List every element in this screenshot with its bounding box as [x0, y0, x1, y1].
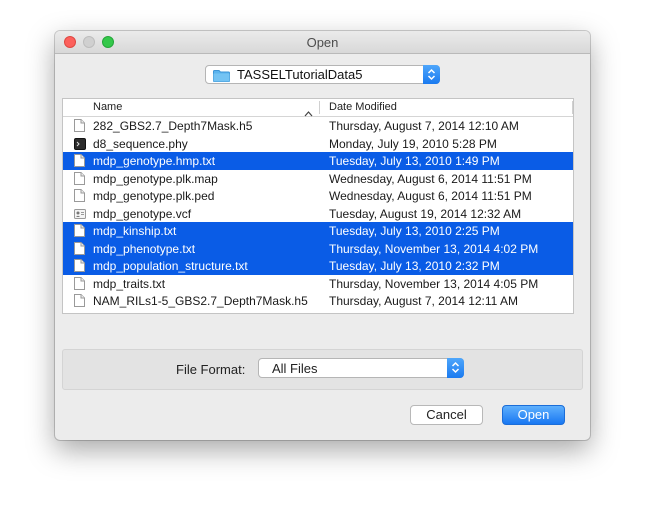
file-name: NAM_RILs1-5_GBS2.7_Depth7Mask.h5 — [93, 294, 308, 308]
file-date-modified: Wednesday, August 6, 2014 11:51 PM — [329, 171, 532, 186]
file-rows: 282_GBS2.7_Depth7Mask.h5 Thursday, August… — [63, 117, 573, 310]
file-list-header: Name Date Modified — [63, 99, 573, 117]
document-icon — [74, 189, 85, 202]
open-button[interactable]: Open — [502, 405, 565, 425]
document-icon — [74, 224, 85, 237]
file-row[interactable]: NAM_RILs1-5_GBS2.7_Depth7Mask.h5 Thursday… — [63, 292, 573, 310]
file-date-modified: Thursday, August 7, 2014 12:11 AM — [329, 294, 519, 308]
open-dialog: Open TASSELTutorialData5 Name Date Modif… — [55, 31, 590, 440]
file-list[interactable]: Name Date Modified 282_GBS2.7_Depth7Mask… — [62, 98, 574, 314]
title-bar[interactable]: Open — [55, 31, 590, 54]
file-date-modified: Tuesday, July 13, 2010 2:32 PM — [329, 259, 500, 273]
file-row[interactable]: mdp_genotype.plk.map Wednesday, August 6,… — [63, 170, 573, 188]
file-row[interactable]: 282_GBS2.7_Depth7Mask.h5 Thursday, August… — [63, 117, 573, 135]
file-format-dropdown[interactable]: All Files — [258, 358, 464, 378]
file-name: mdp_genotype.plk.map — [93, 171, 218, 186]
file-row[interactable]: d8_sequence.phy Monday, July 19, 2010 5:2… — [63, 135, 573, 153]
file-row[interactable]: mdp_population_structure.txt Tuesday, Jul… — [63, 257, 573, 275]
terminal-document-icon — [74, 137, 86, 150]
updown-arrows-icon — [427, 68, 436, 81]
file-name: mdp_population_structure.txt — [93, 259, 248, 273]
column-header-date[interactable]: Date Modified — [329, 101, 397, 113]
column-divider[interactable] — [319, 101, 320, 114]
file-format-stepper[interactable] — [447, 358, 464, 378]
location-dropdown[interactable]: TASSELTutorialData5 — [205, 65, 440, 84]
file-name: 282_GBS2.7_Depth7Mask.h5 — [93, 119, 253, 133]
file-date-modified: Tuesday, August 19, 2014 12:32 AM — [329, 206, 522, 221]
file-row[interactable]: mdp_genotype.plk.ped Wednesday, August 6,… — [63, 187, 573, 205]
file-name: mdp_genotype.vcf — [93, 206, 192, 221]
file-date-modified: Tuesday, July 13, 2010 1:49 PM — [329, 154, 500, 168]
file-row[interactable]: mdp_phenotype.txt Thursday, November 13, … — [63, 239, 573, 257]
file-date-modified: Monday, July 19, 2010 5:28 PM — [329, 136, 497, 151]
document-icon — [74, 119, 85, 132]
file-name: mdp_kinship.txt — [93, 224, 177, 238]
document-icon — [74, 259, 85, 272]
window-title: Open — [306, 35, 339, 50]
file-row[interactable]: mdp_traits.txt Thursday, November 13, 201… — [63, 275, 573, 293]
column-header-name[interactable]: Name — [93, 101, 122, 113]
file-name: mdp_genotype.plk.ped — [93, 189, 215, 203]
document-icon — [74, 154, 85, 167]
document-icon — [74, 241, 85, 255]
file-format-panel: File Format: All Files — [62, 349, 583, 390]
location-label: TASSELTutorialData5 — [237, 67, 363, 82]
updown-arrows-icon — [451, 361, 460, 374]
file-format-label: File Format: — [176, 362, 246, 377]
file-name: mdp_genotype.hmp.txt — [93, 154, 216, 168]
file-row[interactable]: mdp_genotype.hmp.txt Tuesday, July 13, 20… — [63, 152, 573, 170]
cancel-button[interactable]: Cancel — [410, 405, 483, 425]
vcard-document-icon — [74, 207, 86, 220]
file-name: d8_sequence.phy — [93, 136, 188, 151]
column-divider — [572, 101, 573, 114]
file-date-modified: Wednesday, August 6, 2014 11:51 PM — [329, 189, 532, 203]
file-date-modified: Tuesday, July 13, 2010 2:25 PM — [329, 224, 500, 238]
location-stepper[interactable] — [423, 65, 440, 84]
document-icon — [74, 171, 85, 185]
file-date-modified: Thursday, August 7, 2014 12:10 AM — [329, 119, 519, 133]
file-row[interactable]: mdp_kinship.txt Tuesday, July 13, 2010 2:… — [63, 222, 573, 240]
document-icon — [74, 276, 85, 290]
folder-icon — [213, 69, 230, 82]
file-date-modified: Thursday, November 13, 2014 4:05 PM — [329, 276, 539, 291]
document-icon — [74, 294, 85, 307]
file-date-modified: Thursday, November 13, 2014 4:02 PM — [329, 241, 539, 256]
file-name: mdp_traits.txt — [93, 276, 166, 291]
file-format-value: All Files — [272, 361, 318, 376]
file-row[interactable]: mdp_genotype.vcf Tuesday, August 19, 2014… — [63, 205, 573, 223]
file-name: mdp_phenotype.txt — [93, 241, 196, 256]
